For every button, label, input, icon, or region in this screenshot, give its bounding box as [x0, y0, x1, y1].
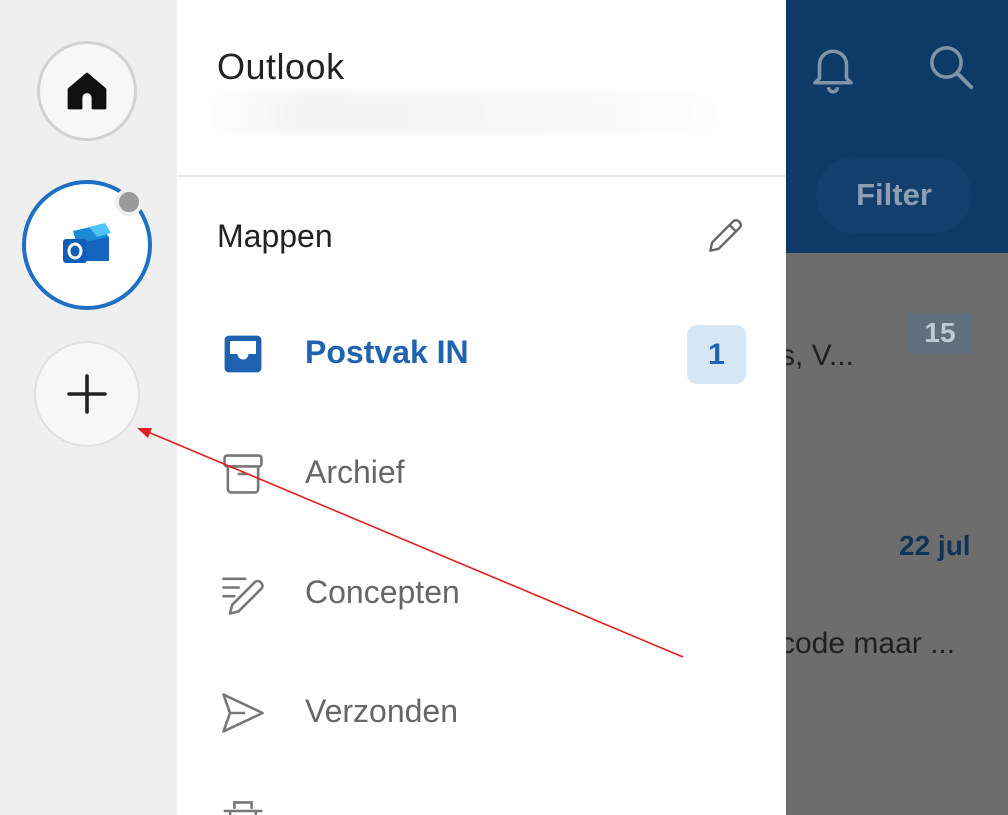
account-status-dot	[115, 188, 143, 216]
unread-count-badge: 1	[687, 325, 746, 384]
account-rail	[0, 0, 177, 815]
pencil-icon[interactable]	[703, 214, 747, 258]
background-header: Filter	[786, 0, 1008, 253]
add-account-button[interactable]	[34, 341, 140, 447]
folder-item-inbox[interactable]: Postvak IN 1	[177, 308, 786, 400]
archive-icon	[223, 454, 263, 494]
home-icon	[67, 72, 107, 110]
plus-icon	[67, 374, 107, 414]
folder-label: Archief	[305, 454, 405, 490]
message-snippet: s, V...	[786, 339, 854, 372]
drafts-icon	[222, 577, 264, 615]
message-count-badge: 15	[908, 313, 972, 353]
outlook-account-icon	[63, 223, 111, 263]
account-email-redacted	[197, 92, 752, 134]
app-title: Outlook	[217, 46, 345, 87]
home-button[interactable]	[37, 41, 137, 141]
message-snippet: code maar ...	[786, 627, 956, 660]
bell-icon	[813, 49, 853, 94]
search-icon	[930, 46, 974, 90]
background-mail-list: Filter 15 s, V... 22 jul code maar ...	[786, 0, 1008, 815]
sent-icon	[222, 693, 264, 733]
folder-label: Postvak IN	[305, 334, 469, 370]
folder-label: Verzonden	[305, 693, 459, 729]
filter-button[interactable]: Filter	[816, 157, 972, 233]
folder-label: Concepten	[305, 574, 460, 610]
folder-item-sent[interactable]: Verzonden	[177, 667, 786, 759]
folders-section-title: Mappen	[217, 218, 333, 254]
message-date: 22 jul	[899, 530, 971, 561]
folder-item-drafts[interactable]: Concepten	[177, 548, 786, 640]
trash-icon	[223, 801, 263, 815]
divider	[177, 175, 786, 177]
folder-item-archive[interactable]: Archief	[177, 428, 786, 520]
inbox-icon	[224, 335, 262, 373]
folder-drawer: Outlook Mappen Postvak IN 1 Archief Conc…	[177, 0, 786, 815]
